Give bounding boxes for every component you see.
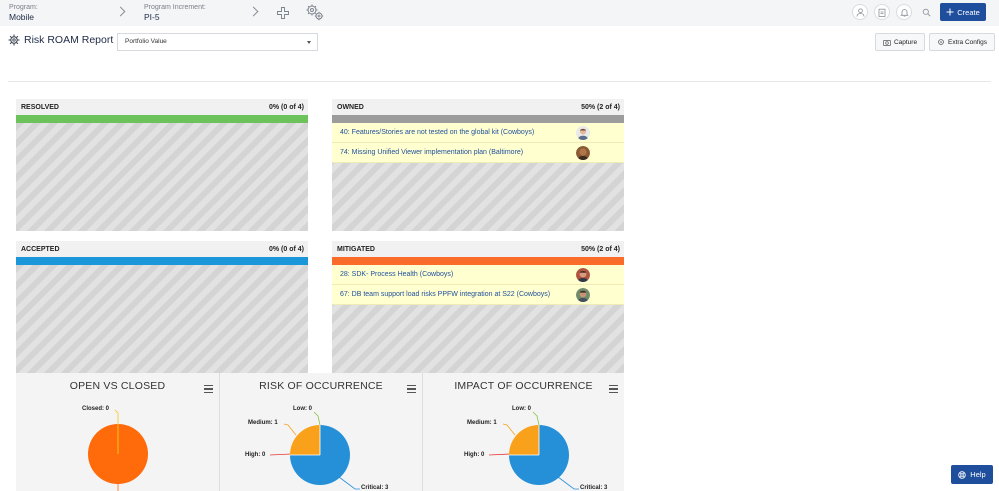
leader-line bbox=[557, 476, 579, 490]
panel-body bbox=[16, 265, 308, 373]
caret-down-icon bbox=[307, 41, 311, 44]
panel-summary: 0% (0 of 4) bbox=[268, 103, 304, 111]
risk-link[interactable]: 28: SDK- Process Health (Cowboys) bbox=[340, 271, 453, 278]
panel-body bbox=[16, 123, 308, 231]
extra-configs-label: Extra Configs bbox=[947, 38, 988, 46]
leader-line bbox=[502, 423, 516, 436]
divider bbox=[8, 81, 991, 82]
leader-line bbox=[283, 423, 297, 436]
data-label-medium: Medium: 1 bbox=[467, 420, 497, 426]
panel-body: 40: Features/Stories are not tested on t… bbox=[332, 123, 624, 231]
panel-summary: 50% (2 of 4) bbox=[581, 103, 620, 111]
risk-item[interactable]: 74: Missing Unified Viewer implementatio… bbox=[332, 143, 624, 163]
risk-item[interactable]: 67: DB team support load risks PPFW inte… bbox=[332, 285, 624, 305]
portfolio-select[interactable]: Portfolio Value bbox=[117, 33, 318, 51]
avatar bbox=[576, 268, 590, 282]
page-title: Risk ROAM Report bbox=[24, 34, 114, 46]
risk-item[interactable]: 28: SDK- Process Health (Cowboys) bbox=[332, 265, 624, 285]
portfolio-select-value: Portfolio Value bbox=[125, 38, 167, 45]
open-vs-closed-chart: OPEN VS CLOSED Closed: 0 bbox=[16, 373, 219, 491]
data-label-critical: Critical: 3 bbox=[361, 485, 389, 491]
data-label-high: High: 0 bbox=[464, 452, 485, 458]
data-label-high: High: 0 bbox=[245, 452, 266, 458]
status-bar bbox=[332, 257, 624, 265]
status-bar bbox=[332, 115, 624, 123]
gear-icon bbox=[8, 34, 20, 46]
clipboard-icon[interactable] bbox=[874, 4, 890, 20]
data-label-low: Low: 0 bbox=[512, 406, 531, 412]
program-value: Mobile bbox=[9, 12, 35, 22]
plus-icon bbox=[946, 8, 954, 16]
panel-body: 28: SDK- Process Health (Cowboys) 67: DB… bbox=[332, 265, 624, 373]
panel-title: MITIGATED bbox=[337, 245, 375, 253]
panel-header: ACCEPTED 0% (0 of 4) bbox=[16, 241, 308, 257]
panel-summary: 0% (0 of 4) bbox=[268, 245, 304, 253]
leader-line bbox=[338, 476, 360, 490]
risk-item[interactable]: 40: Features/Stories are not tested on t… bbox=[332, 123, 624, 143]
risk-link[interactable]: 74: Missing Unified Viewer implementatio… bbox=[340, 149, 523, 156]
owned-panel: OWNED 50% (2 of 4) 40: Features/Stories … bbox=[332, 99, 624, 231]
increment-label: Program Increment: bbox=[144, 4, 206, 11]
chevron-right-icon bbox=[248, 6, 259, 17]
lifebuoy-icon bbox=[958, 470, 967, 479]
settings-gears-icon[interactable] bbox=[305, 3, 325, 26]
create-label: Create bbox=[957, 7, 980, 17]
pie-slice-medium bbox=[290, 425, 320, 455]
gear-icon bbox=[938, 39, 944, 45]
help-label: Help bbox=[970, 470, 986, 479]
risk-of-occurrence-chart: RISK OF OCCURRENCE Low: 0 Medium: 1 High… bbox=[220, 373, 422, 491]
report-header: Risk ROAM Report bbox=[8, 34, 113, 46]
search-icon[interactable] bbox=[918, 4, 934, 20]
create-button[interactable]: Create bbox=[940, 3, 986, 21]
avatar bbox=[576, 288, 590, 302]
increment-breadcrumb[interactable]: Program Increment: PI-5 bbox=[144, 3, 206, 23]
impact-of-occurrence-chart: IMPACT OF OCCURRENCE Low: 0 Medium: 1 Hi… bbox=[423, 373, 624, 491]
panel-title: ACCEPTED bbox=[21, 245, 60, 253]
increment-value: PI-5 bbox=[144, 12, 160, 22]
data-label-low: Low: 0 bbox=[293, 406, 312, 412]
panel-summary: 50% (2 of 4) bbox=[581, 245, 620, 253]
leader-line bbox=[313, 411, 321, 426]
pie-slice-medium bbox=[509, 425, 539, 455]
program-breadcrumb[interactable]: Program: Mobile bbox=[9, 3, 38, 23]
extra-configs-button[interactable]: Extra Configs bbox=[929, 33, 995, 51]
resolved-panel: RESOLVED 0% (0 of 4) bbox=[16, 99, 308, 231]
top-bar: Program: Mobile Program Increment: PI-5 … bbox=[0, 0, 999, 26]
panel-title: RESOLVED bbox=[21, 103, 59, 111]
user-icon[interactable] bbox=[852, 4, 868, 20]
leader-line bbox=[114, 409, 119, 424]
panel-header: RESOLVED 0% (0 of 4) bbox=[16, 99, 308, 115]
charts-area: OPEN VS CLOSED Closed: 0 RISK OF OCCURRE… bbox=[16, 373, 624, 491]
leader-line bbox=[269, 453, 292, 456]
leader-line bbox=[532, 411, 540, 426]
bell-icon[interactable] bbox=[896, 4, 912, 20]
data-label-critical: Critical: 3 bbox=[580, 485, 608, 491]
camera-icon bbox=[883, 39, 891, 46]
risk-link[interactable]: 40: Features/Stories are not tested on t… bbox=[340, 129, 534, 136]
status-bar bbox=[16, 257, 308, 265]
capture-button[interactable]: Capture bbox=[875, 33, 925, 51]
accepted-panel: ACCEPTED 0% (0 of 4) bbox=[16, 241, 308, 373]
data-label-medium: Medium: 1 bbox=[248, 420, 278, 426]
mitigated-panel: MITIGATED 50% (2 of 4) 28: SDK- Process … bbox=[332, 241, 624, 373]
risk-link[interactable]: 67: DB team support load risks PPFW inte… bbox=[340, 291, 550, 298]
data-label-closed: Closed: 0 bbox=[82, 406, 110, 412]
avatar bbox=[576, 146, 590, 160]
program-label: Program: bbox=[9, 4, 38, 11]
capture-label: Capture bbox=[893, 38, 918, 46]
chevron-right-icon bbox=[115, 6, 126, 17]
status-bar bbox=[16, 115, 308, 123]
panel-title: OWNED bbox=[337, 103, 364, 111]
leader-line bbox=[488, 453, 511, 456]
help-button[interactable]: Help bbox=[951, 465, 993, 484]
add-icon[interactable] bbox=[277, 6, 289, 24]
avatar bbox=[576, 126, 590, 140]
panel-header: MITIGATED 50% (2 of 4) bbox=[332, 241, 624, 257]
panel-header: OWNED 50% (2 of 4) bbox=[332, 99, 624, 115]
